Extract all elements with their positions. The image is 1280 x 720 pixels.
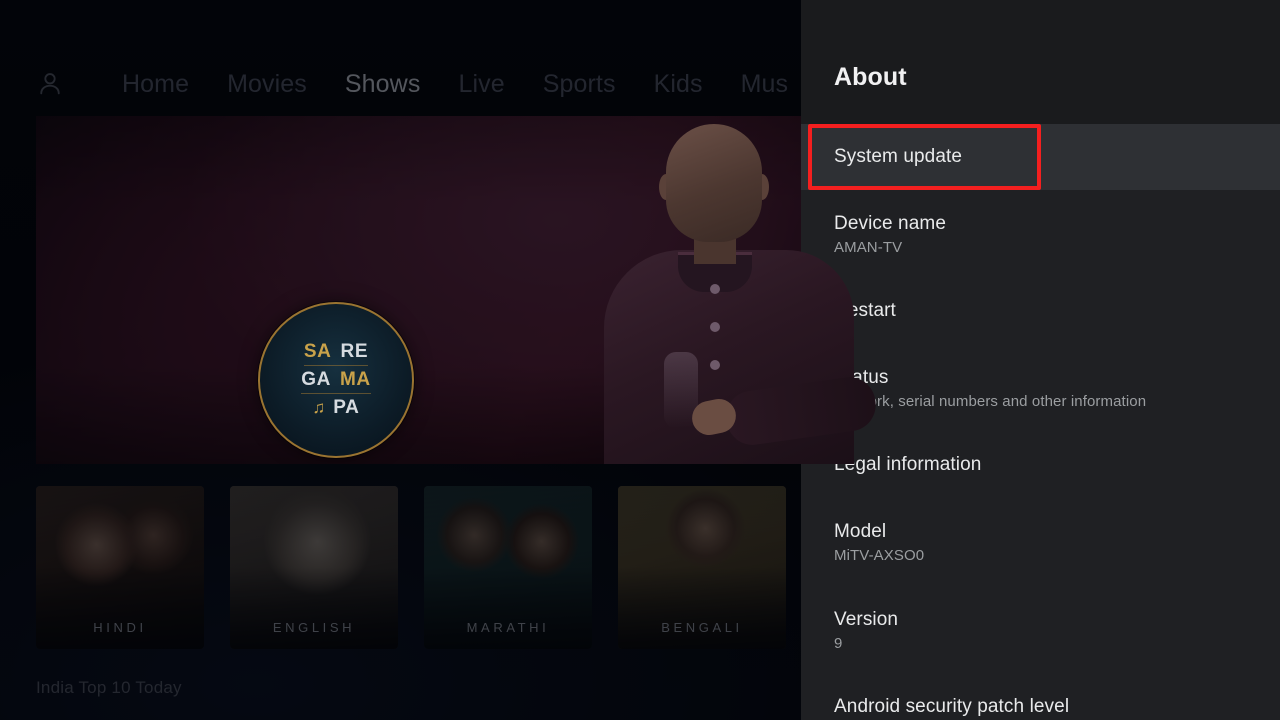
row-title: Android security patch level: [834, 696, 1070, 718]
logo-text-ga: GA: [301, 369, 331, 391]
nav-items: Home Movies Shows Live Sports Kids Mus: [64, 71, 808, 97]
card-label: BENGALI: [661, 620, 743, 635]
logo-text-pa: PA: [333, 396, 360, 418]
card-label: HINDI: [93, 620, 147, 635]
row-title: Device name: [834, 212, 946, 234]
screen-root: Home Movies Shows Live Sports Kids Mus S…: [0, 0, 1280, 720]
setting-row-android-security-patch-level[interactable]: Android security patch level: [801, 674, 1280, 720]
page-title: About: [834, 63, 907, 91]
nav-item-music[interactable]: Mus: [722, 71, 808, 97]
row-subtitle: AMAN-TV: [834, 239, 903, 257]
hero-host-image: [556, 116, 876, 464]
nav-item-shows[interactable]: Shows: [326, 71, 440, 97]
language-card-hindi[interactable]: HINDI: [36, 486, 204, 649]
logo-text-ma: MA: [339, 369, 371, 391]
nav-item-kids[interactable]: Kids: [635, 71, 722, 97]
row-title: Version: [834, 608, 899, 630]
music-note-icon: ♫: [312, 398, 326, 418]
row-title: Model: [834, 520, 887, 542]
row-title: Legal information: [834, 454, 982, 476]
top-navigation-bar: Home Movies Shows Live Sports Kids Mus: [0, 56, 805, 112]
section-title-india-top-10: India Top 10 Today: [36, 678, 182, 697]
card-label: ENGLISH: [272, 620, 356, 635]
setting-row-version[interactable]: Version 9: [801, 586, 1280, 674]
language-card-bengali[interactable]: BENGALI: [618, 486, 786, 649]
saregamapa-logo: SA RE GA MA ♫ PA: [258, 302, 414, 458]
row-title: Status: [834, 366, 889, 388]
account-person-icon[interactable]: [36, 70, 64, 98]
language-card-english[interactable]: ENGLISH: [230, 486, 398, 649]
setting-row-model[interactable]: Model MiTV-AXSO0: [801, 498, 1280, 586]
row-subtitle: Network, serial numbers and other inform…: [834, 393, 1147, 411]
hero-banner[interactable]: SA RE GA MA ♫ PA ZEE5: [36, 116, 876, 464]
language-card-marathi[interactable]: MARATHI: [424, 486, 592, 649]
card-label: MARATHI: [466, 620, 550, 635]
nav-item-movies[interactable]: Movies: [208, 71, 326, 97]
logo-text-sa: SA: [303, 341, 332, 363]
nav-item-live[interactable]: Live: [439, 71, 523, 97]
logo-text-re: RE: [340, 341, 369, 363]
nav-item-home[interactable]: Home: [103, 71, 208, 97]
row-subtitle: MiTV-AXSO0: [834, 547, 925, 565]
nav-item-sports[interactable]: Sports: [524, 71, 635, 97]
row-title: System update: [834, 146, 963, 168]
row-title: Restart: [834, 300, 896, 322]
panel-header: About: [801, 0, 1280, 124]
row-subtitle: 9: [834, 635, 843, 653]
